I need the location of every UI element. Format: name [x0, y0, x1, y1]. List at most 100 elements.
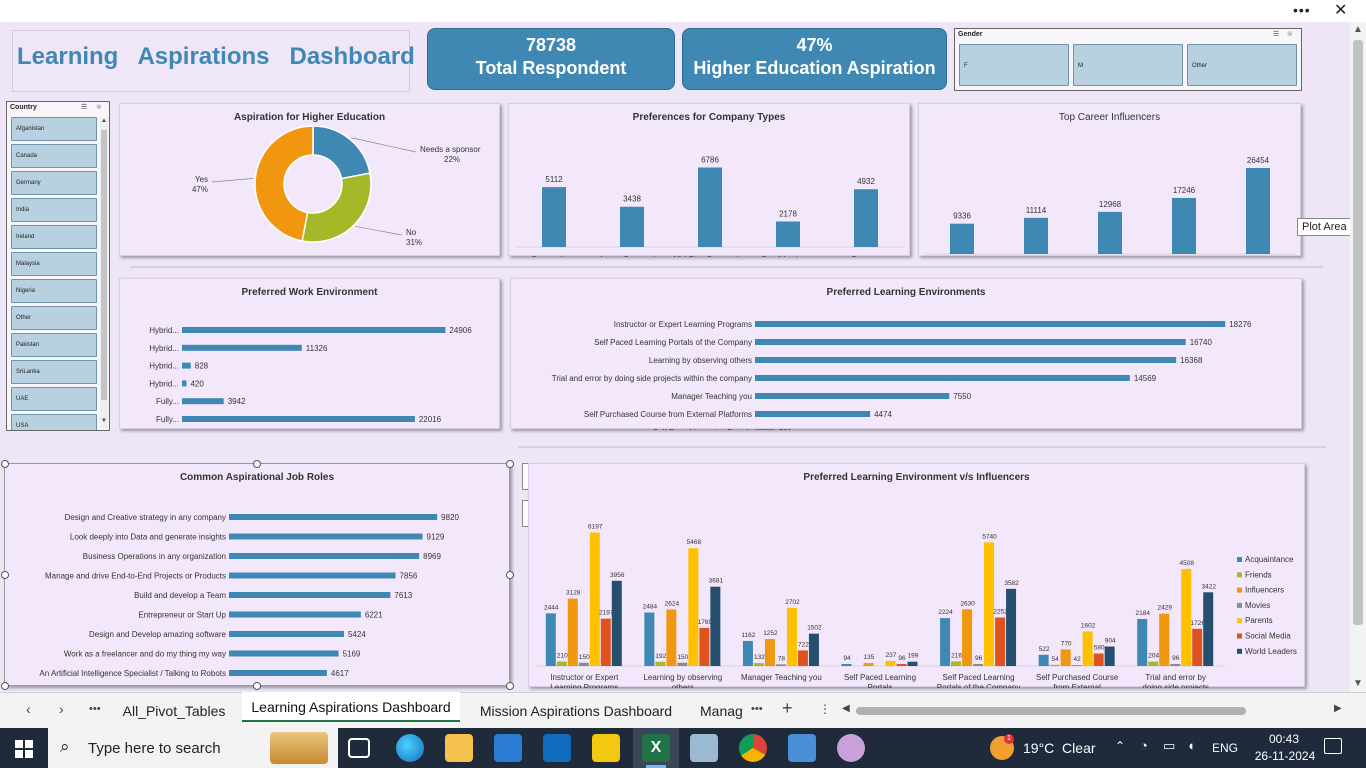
card-work-environment[interactable]: Preferred Work Environment Hybrid... 2490…	[119, 278, 500, 429]
country-slicer[interactable]: Country ☰ ⊗ Afganistan Canada Germany India…	[6, 101, 110, 431]
scroll-left-icon[interactable]: ◀	[842, 703, 850, 714]
bar	[698, 167, 722, 247]
data-label: 2197	[599, 610, 614, 617]
card-env-vs-influencers[interactable]: Preferred Learning Environment v/s Influ…	[528, 463, 1305, 688]
country-option[interactable]: Pakistan	[11, 333, 97, 357]
scroll-thumb[interactable]	[101, 130, 107, 400]
resize-handle[interactable]	[1, 571, 9, 579]
data-label: 54	[1052, 656, 1060, 663]
donut-slice	[254, 125, 314, 242]
country-option[interactable]: Canada	[11, 144, 97, 168]
scroll-down-icon[interactable]: ▼	[1353, 678, 1363, 689]
country-option[interactable]: Germany	[11, 171, 97, 195]
more-options-icon[interactable]: •••	[1293, 2, 1311, 18]
data-label: 2429	[1157, 605, 1172, 612]
data-label: 9336	[953, 212, 971, 221]
more-sheets-icon[interactable]: •••	[89, 703, 101, 715]
tab-learning-aspirations[interactable]: Learning Aspirations Dashboard	[242, 692, 460, 722]
country-option[interactable]: Afganistan	[11, 117, 97, 141]
resize-handle[interactable]	[1, 460, 9, 468]
country-option[interactable]: Other	[11, 306, 97, 330]
task-view-icon[interactable]	[348, 738, 370, 758]
card-company-types[interactable]: Preferences for Company Types 5112Corpor…	[508, 103, 910, 257]
clear-filter-icon[interactable]: ⊗	[1287, 30, 1293, 38]
multi-select-icon[interactable]: ☰	[81, 103, 87, 111]
next-sheet-icon[interactable]: ›	[59, 701, 64, 717]
gender-option-f[interactable]: F	[959, 44, 1069, 86]
scroll-thumb[interactable]	[1353, 40, 1363, 625]
close-icon[interactable]: ✕	[1334, 0, 1347, 20]
resize-handle[interactable]	[506, 682, 514, 690]
horizontal-scroll-thumb[interactable]	[856, 707, 1246, 715]
photos-icon[interactable]	[788, 734, 816, 762]
resize-handle[interactable]	[506, 460, 514, 468]
clock-date[interactable]: 26-11-2024	[1250, 749, 1320, 763]
multi-select-icon[interactable]: ☰	[1273, 30, 1279, 38]
gender-slicer[interactable]: Gender ☰ ⊗ F M Other	[954, 28, 1302, 91]
bar	[775, 664, 786, 666]
taskbar-search-box[interactable]: ⌕ Type here to search	[48, 728, 338, 768]
bar	[182, 416, 415, 422]
country-option[interactable]: USA	[11, 414, 97, 430]
card-job-roles[interactable]: Common Aspirational Job Roles Design and…	[1, 460, 514, 690]
country-option[interactable]: Malaysia	[11, 252, 97, 276]
resize-handle[interactable]	[253, 682, 261, 690]
scroll-down-icon[interactable]: ▼	[101, 418, 107, 424]
country-option[interactable]: SriLanka	[11, 360, 97, 384]
country-option[interactable]: UAE	[11, 387, 97, 411]
sheet-vertical-scrollbar[interactable]: ▲ ▼	[1350, 22, 1366, 692]
scroll-up-icon[interactable]: ▲	[1353, 24, 1363, 35]
tab-all-pivot-tables[interactable]: All_Pivot_Tables	[118, 693, 230, 723]
microsoft-store-icon[interactable]	[494, 734, 522, 762]
chevron-up-icon[interactable]: ⌃	[1115, 739, 1125, 753]
data-label: 150	[579, 654, 590, 661]
edge-browser-icon[interactable]	[396, 734, 424, 762]
resize-handle[interactable]	[1, 682, 9, 690]
windows-start-icon[interactable]	[15, 740, 33, 758]
prev-sheet-icon[interactable]: ‹	[26, 701, 31, 717]
volume-icon[interactable]: ◖	[1187, 738, 1195, 753]
clock-time[interactable]: 00:43	[1264, 732, 1304, 746]
language-indicator[interactable]: ENG	[1212, 741, 1238, 755]
card-learning-environments[interactable]: Preferred Learning Environments Instruct…	[510, 278, 1302, 430]
slice-value: 22%	[444, 155, 460, 164]
bar	[182, 327, 446, 333]
cast-icon[interactable]: ▭	[1163, 738, 1175, 754]
category-label: Hybrid...	[149, 344, 179, 353]
card-higher-education[interactable]: Aspiration for Higher Education Needs a …	[119, 103, 500, 256]
data-label: 42	[1074, 656, 1082, 663]
chrome-icon[interactable]	[739, 734, 767, 762]
scroll-right-icon[interactable]: ▶	[1334, 703, 1342, 714]
gender-option-m[interactable]: M	[1073, 44, 1183, 86]
outlook-icon[interactable]	[543, 734, 571, 762]
tab-mission-aspirations[interactable]: Mission Aspirations Dashboard	[474, 693, 678, 723]
bar	[950, 223, 974, 254]
tab-manag[interactable]: Manag	[700, 693, 742, 723]
card-career-influencers[interactable]: Top Career Influencers 9336Social Media1…	[918, 103, 1301, 256]
clear-filter-icon[interactable]: ⊗	[96, 103, 102, 111]
resize-handle[interactable]	[506, 571, 514, 579]
country-option[interactable]: Ireland	[11, 225, 97, 249]
gender-option-other[interactable]: Other	[1187, 44, 1297, 86]
country-option[interactable]: India	[11, 198, 97, 222]
scroll-up-icon[interactable]: ▲	[101, 118, 107, 124]
bar	[182, 344, 302, 351]
paint-icon[interactable]	[837, 734, 865, 762]
data-label: 18276	[1229, 320, 1252, 329]
data-label: 1602	[1081, 622, 1096, 629]
bar	[1159, 613, 1170, 666]
weather-text[interactable]: 19°C Clear	[1023, 740, 1096, 756]
country-option[interactable]: Nigeria	[11, 279, 97, 303]
power-bi-icon[interactable]	[592, 734, 620, 762]
notifications-icon[interactable]	[1324, 738, 1342, 754]
tab-options-icon[interactable]: ⋮	[819, 702, 831, 716]
notepad-icon[interactable]	[690, 734, 718, 762]
more-tabs-icon[interactable]: •••	[751, 703, 763, 715]
slicer-scrollbar[interactable]: ▲ ▼	[100, 118, 108, 428]
file-explorer-icon[interactable]	[445, 734, 473, 762]
network-icon[interactable]: ◔	[1140, 738, 1148, 753]
add-sheet-icon[interactable]: +	[782, 698, 793, 719]
resize-handle[interactable]	[253, 460, 261, 468]
donut-slice	[301, 172, 372, 243]
excel-active-bg[interactable]: X	[633, 728, 679, 768]
